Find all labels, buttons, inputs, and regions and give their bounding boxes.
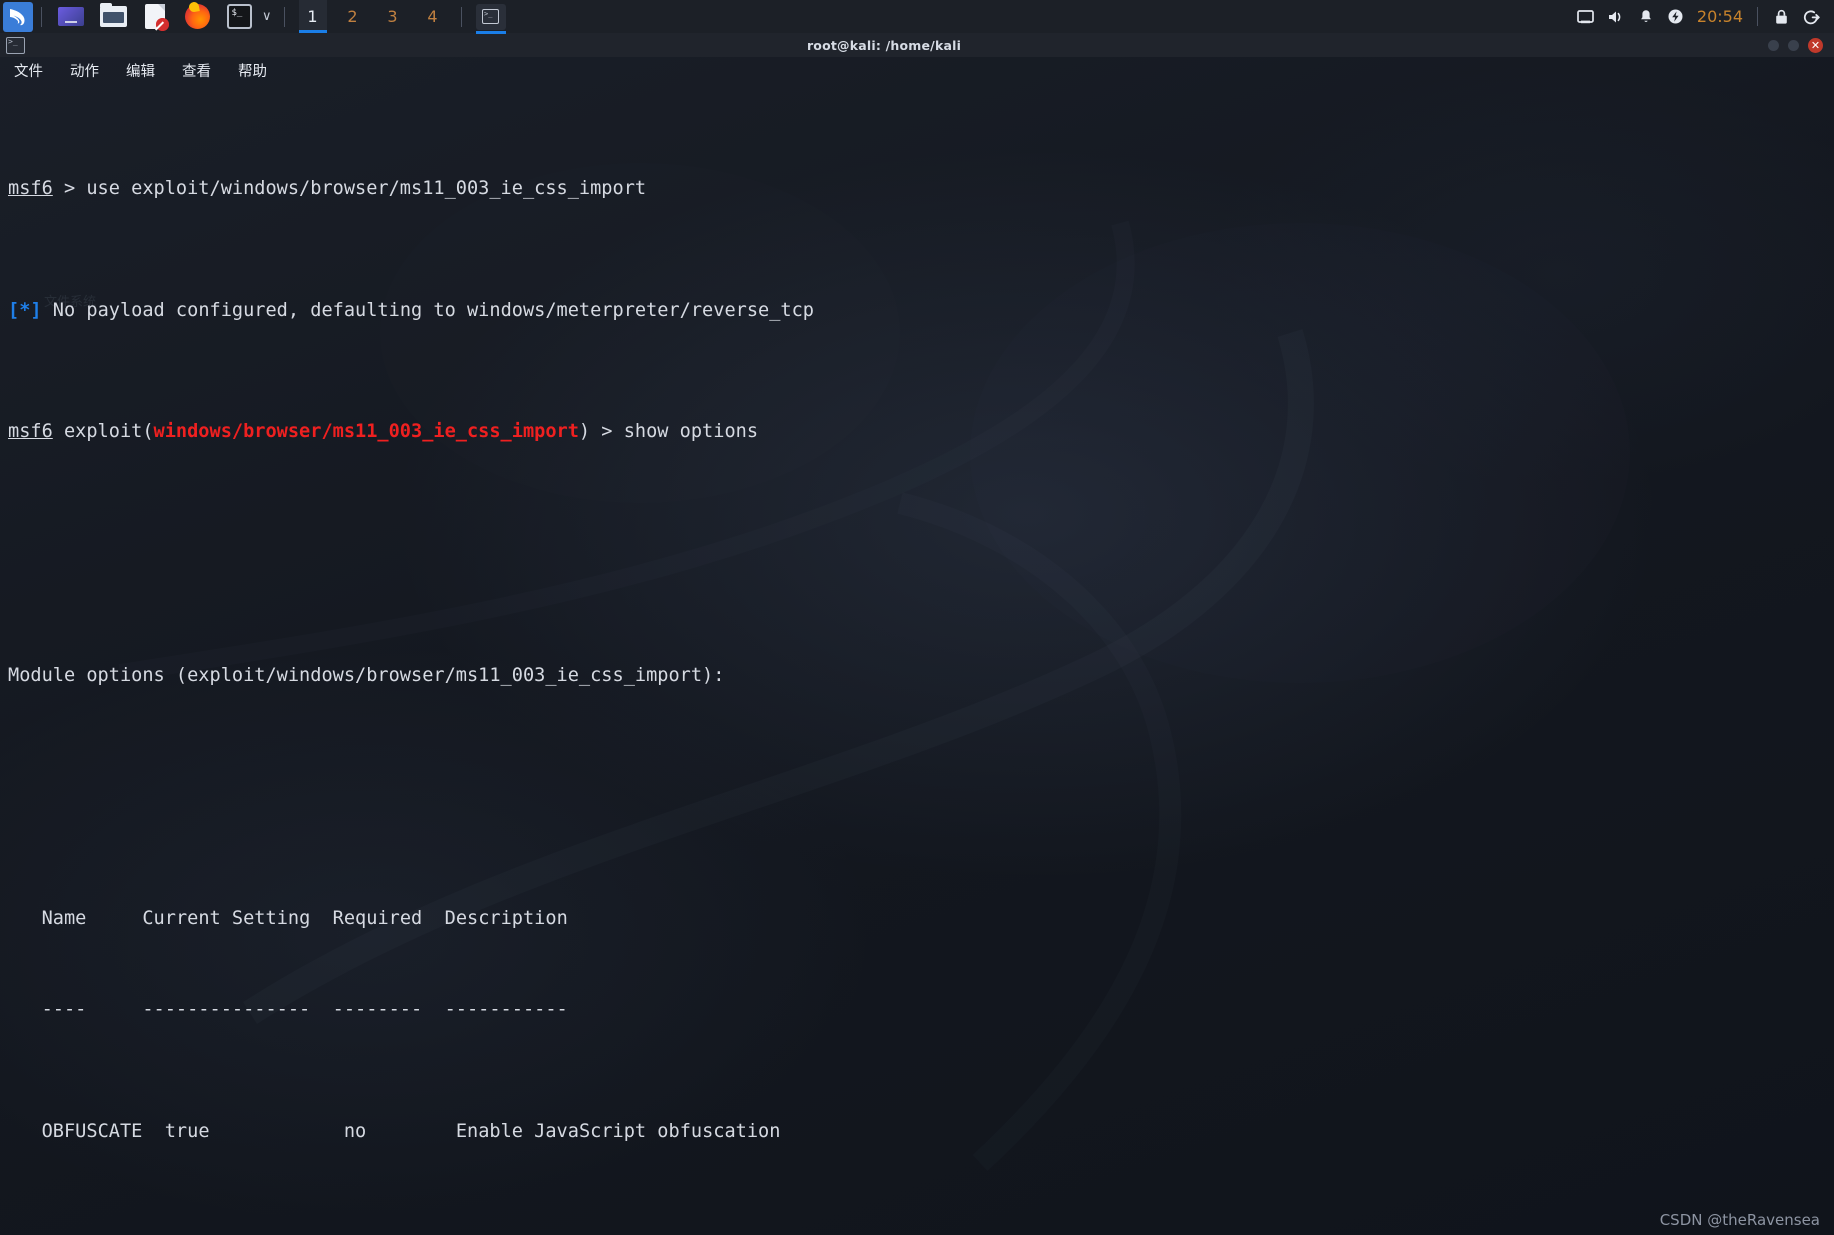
terminal-line-show-options: msf6 exploit(windows/browser/ms11_003_ie… xyxy=(8,417,1834,447)
col-setting: Current Setting xyxy=(142,907,311,929)
menu-edit[interactable]: 编辑 xyxy=(124,58,157,83)
system-tray: 20:54 xyxy=(1571,0,1834,33)
module-path-text: windows/browser/ms11_003_ie_css_import xyxy=(153,421,579,443)
terminal-tab-icon[interactable]: >_ xyxy=(6,36,25,54)
terminal-output[interactable]: msf6 > use exploit/windows/browser/ms11_… xyxy=(0,83,1834,1235)
panel-launchers: $_ ∨ 1 2 3 4 >_ xyxy=(0,0,506,34)
terminal-line-use-command: msf6 > use exploit/windows/browser/ms11_… xyxy=(8,174,1834,204)
module-options-header: Module options (exploit/windows/browser/… xyxy=(8,664,725,686)
minimize-button[interactable] xyxy=(1768,39,1779,51)
terminal-tabbar: >_ xyxy=(0,33,25,57)
workspace-3[interactable]: 3 xyxy=(379,0,407,33)
clock[interactable]: 20:54 xyxy=(1691,7,1749,26)
module-table-header: Name Current Setting Required Descriptio… xyxy=(8,904,1834,934)
workspace-4[interactable]: 4 xyxy=(419,0,447,33)
window-controls: ✕ xyxy=(1768,37,1834,53)
power-icon[interactable] xyxy=(1661,0,1691,33)
terminal-window: 文件系统 root@kali: /home/kali ✕ >_ 文件 动作 编辑… xyxy=(0,33,1834,1235)
workspace-2[interactable]: 2 xyxy=(339,0,367,33)
menu-help[interactable]: 帮助 xyxy=(236,58,269,83)
firefox-icon[interactable] xyxy=(181,1,213,33)
file-manager-icon[interactable] xyxy=(97,1,129,33)
tray-divider xyxy=(1757,7,1758,26)
menu-actions[interactable]: 动作 xyxy=(68,58,101,83)
menu-file[interactable]: 文件 xyxy=(12,58,45,83)
status-marker: [*] xyxy=(8,299,42,321)
col-description: Description xyxy=(444,907,568,929)
volume-icon[interactable] xyxy=(1601,0,1631,33)
workspace-1[interactable]: 1 xyxy=(298,0,327,33)
prompt-msf6: msf6 xyxy=(8,421,53,443)
bell-icon[interactable] xyxy=(1631,0,1661,33)
prompt-msf6: msf6 xyxy=(8,178,53,200)
opt-description: Enable JavaScript obfuscation xyxy=(455,1120,781,1142)
lock-icon[interactable] xyxy=(1766,0,1796,33)
panel-divider xyxy=(460,6,462,27)
payload-notice-text: No payload configured, defaulting to win… xyxy=(41,299,815,321)
table-row: OBFUSCATE true no Enable JavaScript obfu… xyxy=(8,1117,1834,1147)
workspace-switcher: 1 2 3 4 xyxy=(293,0,453,33)
menubar: 文件 动作 编辑 查看 帮助 xyxy=(0,57,1834,83)
desktop-top-panel: $_ ∨ 1 2 3 4 >_ 20:54 xyxy=(0,0,1834,34)
chevron-down-icon[interactable]: ∨ xyxy=(262,9,272,24)
close-icon[interactable]: ✕ xyxy=(1808,37,1823,53)
terminal-emulator-icon[interactable] xyxy=(55,1,87,33)
opt-name: OBFUSCATE xyxy=(41,1120,143,1142)
network-icon[interactable] xyxy=(1571,0,1601,33)
text-editor-icon[interactable] xyxy=(139,1,171,33)
opt-setting: true xyxy=(164,1120,210,1142)
window-titlebar[interactable]: root@kali: /home/kali ✕ xyxy=(0,33,1834,57)
panel-divider xyxy=(283,6,285,27)
logout-icon[interactable] xyxy=(1796,0,1826,33)
window-title: root@kali: /home/kali xyxy=(806,37,962,53)
show-options-text: ) > show options xyxy=(578,421,759,443)
terminal-line-payload-notice: [*] No payload configured, defaulting to… xyxy=(8,296,1834,326)
taskbar-window-terminal[interactable]: >_ xyxy=(475,3,506,34)
kali-dragon-icon[interactable] xyxy=(3,1,33,32)
opt-required: no xyxy=(343,1120,367,1142)
use-command-text: > use exploit/windows/browser/ms11_003_i… xyxy=(52,178,647,200)
menu-view[interactable]: 查看 xyxy=(180,58,213,83)
terminal-icon[interactable]: $_ xyxy=(223,1,255,33)
watermark: CSDN @theRavensea xyxy=(1659,1211,1820,1229)
col-required: Required xyxy=(332,907,423,929)
col-name: Name xyxy=(41,907,87,929)
maximize-button[interactable] xyxy=(1788,39,1799,51)
panel-divider xyxy=(41,6,42,27)
exploit-prefix: exploit( xyxy=(52,421,154,443)
module-table-rule: ---- --------------- -------- ----------… xyxy=(8,999,568,1021)
